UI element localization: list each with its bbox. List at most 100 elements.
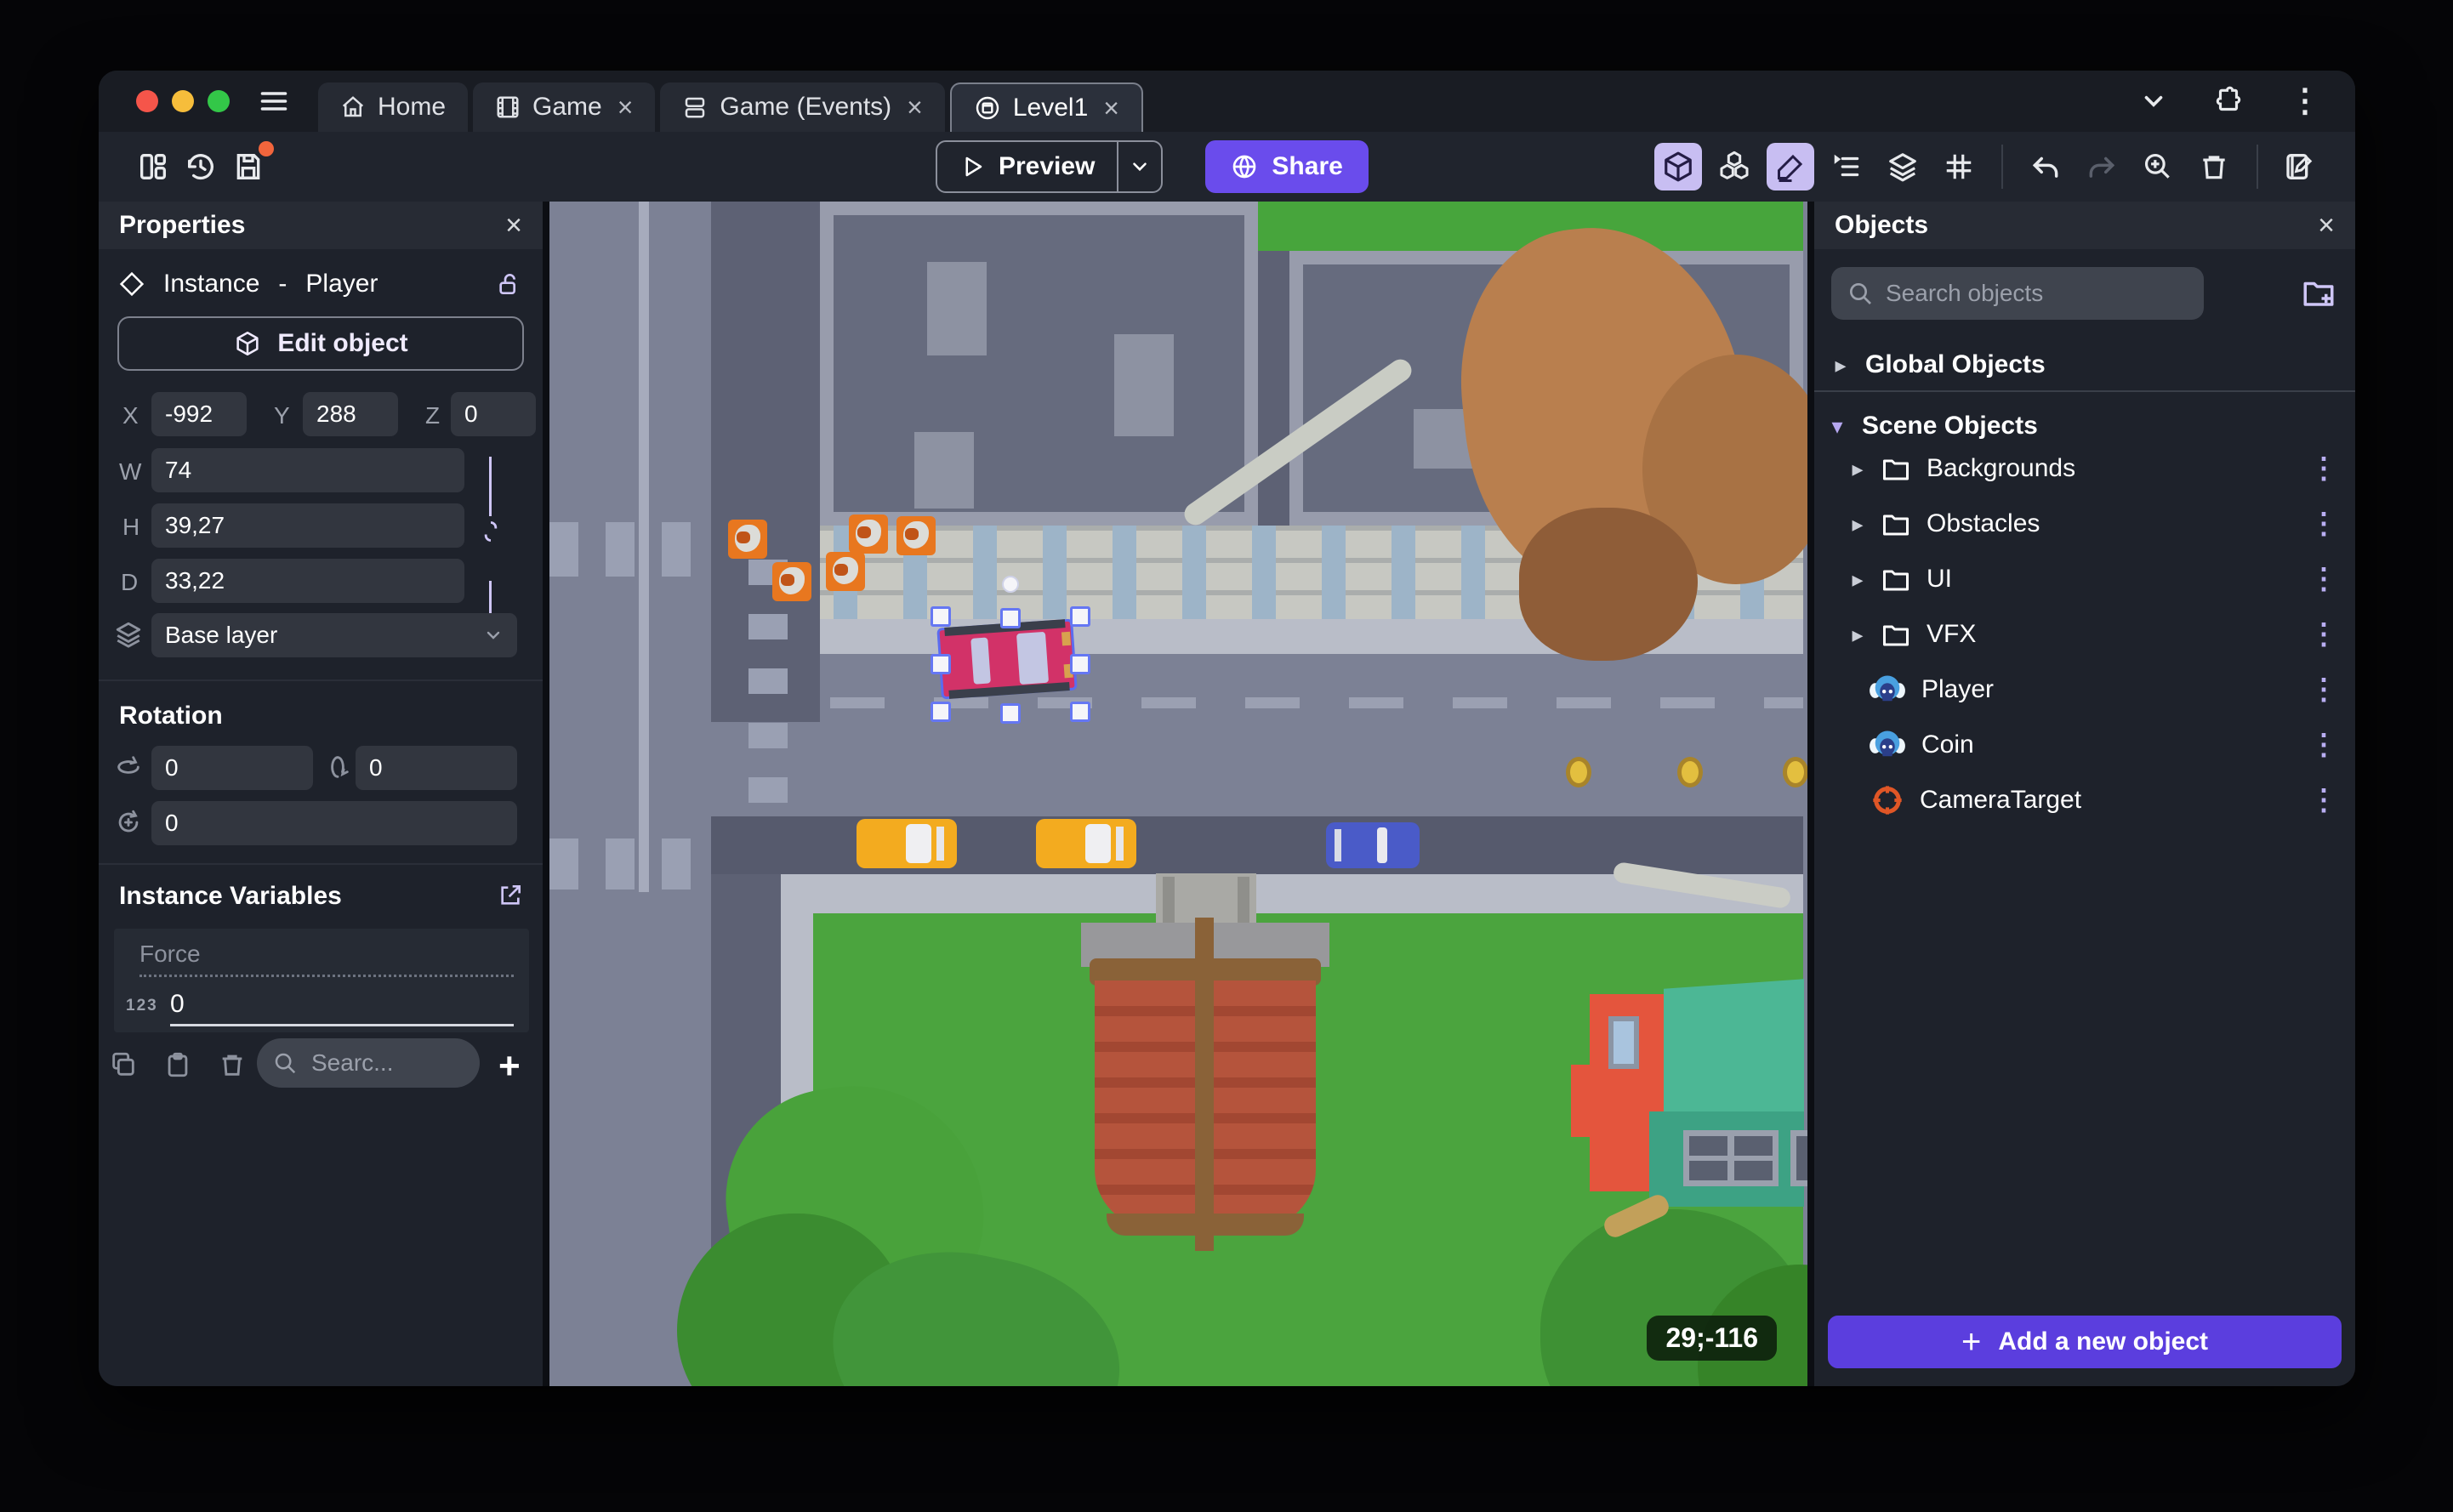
global-objects-group[interactable]: ▸ Global Objects (1814, 338, 2355, 392)
objects-panel: Objects × ▸ Global Objects ▾ Scene Objec… (1814, 202, 2355, 1386)
x-input[interactable] (151, 392, 247, 436)
edit-events-icon[interactable] (2277, 143, 2325, 190)
yellow-car[interactable] (857, 819, 957, 868)
objects-groups-icon[interactable] (1710, 143, 1758, 190)
kebab-menu-icon[interactable]: ⋮ (2309, 728, 2338, 762)
grid-icon[interactable] (1935, 143, 1983, 190)
paste-icon[interactable] (163, 1050, 192, 1079)
trash-icon[interactable] (2190, 143, 2238, 190)
building-roof[interactable] (820, 202, 1258, 526)
toggle-3d-view-icon[interactable] (1654, 143, 1702, 190)
object-row-cameratarget[interactable]: CameraTarget ⋮ (1814, 773, 2355, 827)
resize-handle-w[interactable] (931, 654, 951, 674)
rotation-z-input[interactable] (151, 801, 517, 845)
redo-icon[interactable] (2078, 143, 2126, 190)
rotation-handle[interactable] (1002, 576, 1019, 593)
autumn-tree[interactable] (1180, 213, 1807, 703)
zoom-in-icon[interactable] (2134, 143, 2182, 190)
preview-button[interactable]: Preview (937, 142, 1117, 191)
share-button[interactable]: Share (1205, 140, 1369, 193)
y-input[interactable] (303, 392, 398, 436)
tab-game-events[interactable]: Game (Events) × (660, 82, 945, 132)
tab-close-icon[interactable]: × (1103, 93, 1119, 124)
resize-handle-e[interactable] (1070, 654, 1090, 674)
yellow-car[interactable] (1036, 819, 1136, 868)
kebab-menu-icon[interactable]: ⋮ (2309, 783, 2338, 817)
castle-tower[interactable] (1081, 873, 1329, 1258)
house[interactable] (1571, 979, 1807, 1215)
kebab-menu-icon[interactable]: ⋮ (2309, 673, 2338, 707)
w-input[interactable] (151, 448, 464, 492)
variable-value[interactable]: 0 (170, 990, 185, 1019)
instances-list-icon[interactable] (1823, 143, 1870, 190)
tab-close-icon[interactable]: × (907, 92, 923, 123)
coin-object[interactable] (1783, 757, 1807, 787)
kebab-menu-icon[interactable]: ⋮ (2309, 452, 2338, 486)
history-icon[interactable] (177, 143, 225, 190)
crate-object[interactable] (826, 552, 865, 591)
h-input[interactable] (151, 503, 464, 548)
undo-icon[interactable] (2022, 143, 2069, 190)
play-icon (959, 154, 985, 179)
close-icon[interactable]: × (505, 209, 522, 242)
z-input[interactable] (451, 392, 536, 436)
close-icon[interactable]: × (2318, 209, 2335, 242)
layers-icon[interactable] (1879, 143, 1927, 190)
coin-object[interactable] (1677, 757, 1703, 787)
tab-home[interactable]: Home (318, 82, 469, 132)
coin-object[interactable] (1566, 757, 1591, 787)
crate-object[interactable] (896, 516, 936, 555)
add-new-object-button[interactable]: + Add a new object (1828, 1316, 2342, 1368)
add-folder-icon[interactable] (2301, 275, 2336, 310)
window-minimize-button[interactable] (172, 90, 194, 112)
main-menu-icon[interactable] (259, 86, 289, 117)
unlink-proportions-icon[interactable] (479, 520, 503, 543)
folder-row-backgrounds[interactable]: ▸ Backgrounds ⋮ (1814, 441, 2355, 496)
edit-object-button[interactable]: Edit object (117, 316, 524, 371)
crate-object[interactable] (849, 514, 888, 554)
window-zoom-button[interactable] (208, 90, 230, 112)
open-variables-external-icon[interactable] (497, 882, 524, 909)
selected-player-object[interactable] (936, 617, 1078, 700)
tab-close-icon[interactable]: × (618, 92, 634, 123)
kebab-menu-icon[interactable]: ⋮ (2309, 562, 2338, 596)
d-input[interactable] (151, 559, 464, 603)
tab-game[interactable]: Game × (473, 82, 656, 132)
save-icon[interactable] (225, 141, 274, 190)
browser-menu-icon[interactable]: ⋮ (2289, 85, 2321, 117)
variable-name[interactable]: Force (139, 941, 201, 968)
d-label: D (121, 569, 139, 595)
rotation-y-input[interactable] (356, 746, 517, 790)
blue-car[interactable] (1326, 822, 1420, 868)
resize-handle-ne[interactable] (1070, 606, 1090, 627)
window-close-button[interactable] (136, 90, 158, 112)
preview-options-button[interactable] (1117, 142, 1161, 191)
copy-icon[interactable] (109, 1050, 138, 1079)
resize-handle-sw[interactable] (931, 702, 951, 722)
resize-handle-se[interactable] (1070, 702, 1090, 722)
trash-icon[interactable] (218, 1050, 247, 1079)
extensions-puzzle-icon[interactable] (2212, 85, 2245, 117)
chevron-down-icon[interactable] (2139, 87, 2168, 116)
kebab-menu-icon[interactable]: ⋮ (2309, 507, 2338, 541)
folder-row-vfx[interactable]: ▸ VFX ⋮ (1814, 607, 2355, 662)
crate-object[interactable] (772, 562, 811, 601)
objects-search-input[interactable] (1831, 267, 2204, 320)
scene-canvas[interactable]: 29;-116 (549, 202, 1807, 1386)
kebab-menu-icon[interactable]: ⋮ (2309, 617, 2338, 651)
crate-object[interactable] (728, 520, 767, 559)
open-panels-icon[interactable] (129, 143, 177, 190)
tab-level1[interactable]: Level1 × (949, 82, 1143, 132)
layer-select[interactable]: Base layer (151, 613, 517, 657)
folder-row-ui[interactable]: ▸ UI ⋮ (1814, 552, 2355, 606)
add-variable-button[interactable]: + (498, 1045, 521, 1088)
resize-handle-s[interactable] (1000, 703, 1021, 724)
object-row-coin[interactable]: Coin ⋮ (1814, 718, 2355, 772)
rotation-x-input[interactable] (151, 746, 313, 790)
resize-handle-n[interactable] (1000, 608, 1021, 628)
unlock-icon[interactable] (495, 270, 522, 298)
edit-mode-pencil-icon[interactable] (1767, 143, 1814, 190)
folder-row-obstacles[interactable]: ▸ Obstacles ⋮ (1814, 497, 2355, 551)
object-row-player[interactable]: Player ⋮ (1814, 662, 2355, 717)
resize-handle-nw[interactable] (931, 606, 951, 627)
